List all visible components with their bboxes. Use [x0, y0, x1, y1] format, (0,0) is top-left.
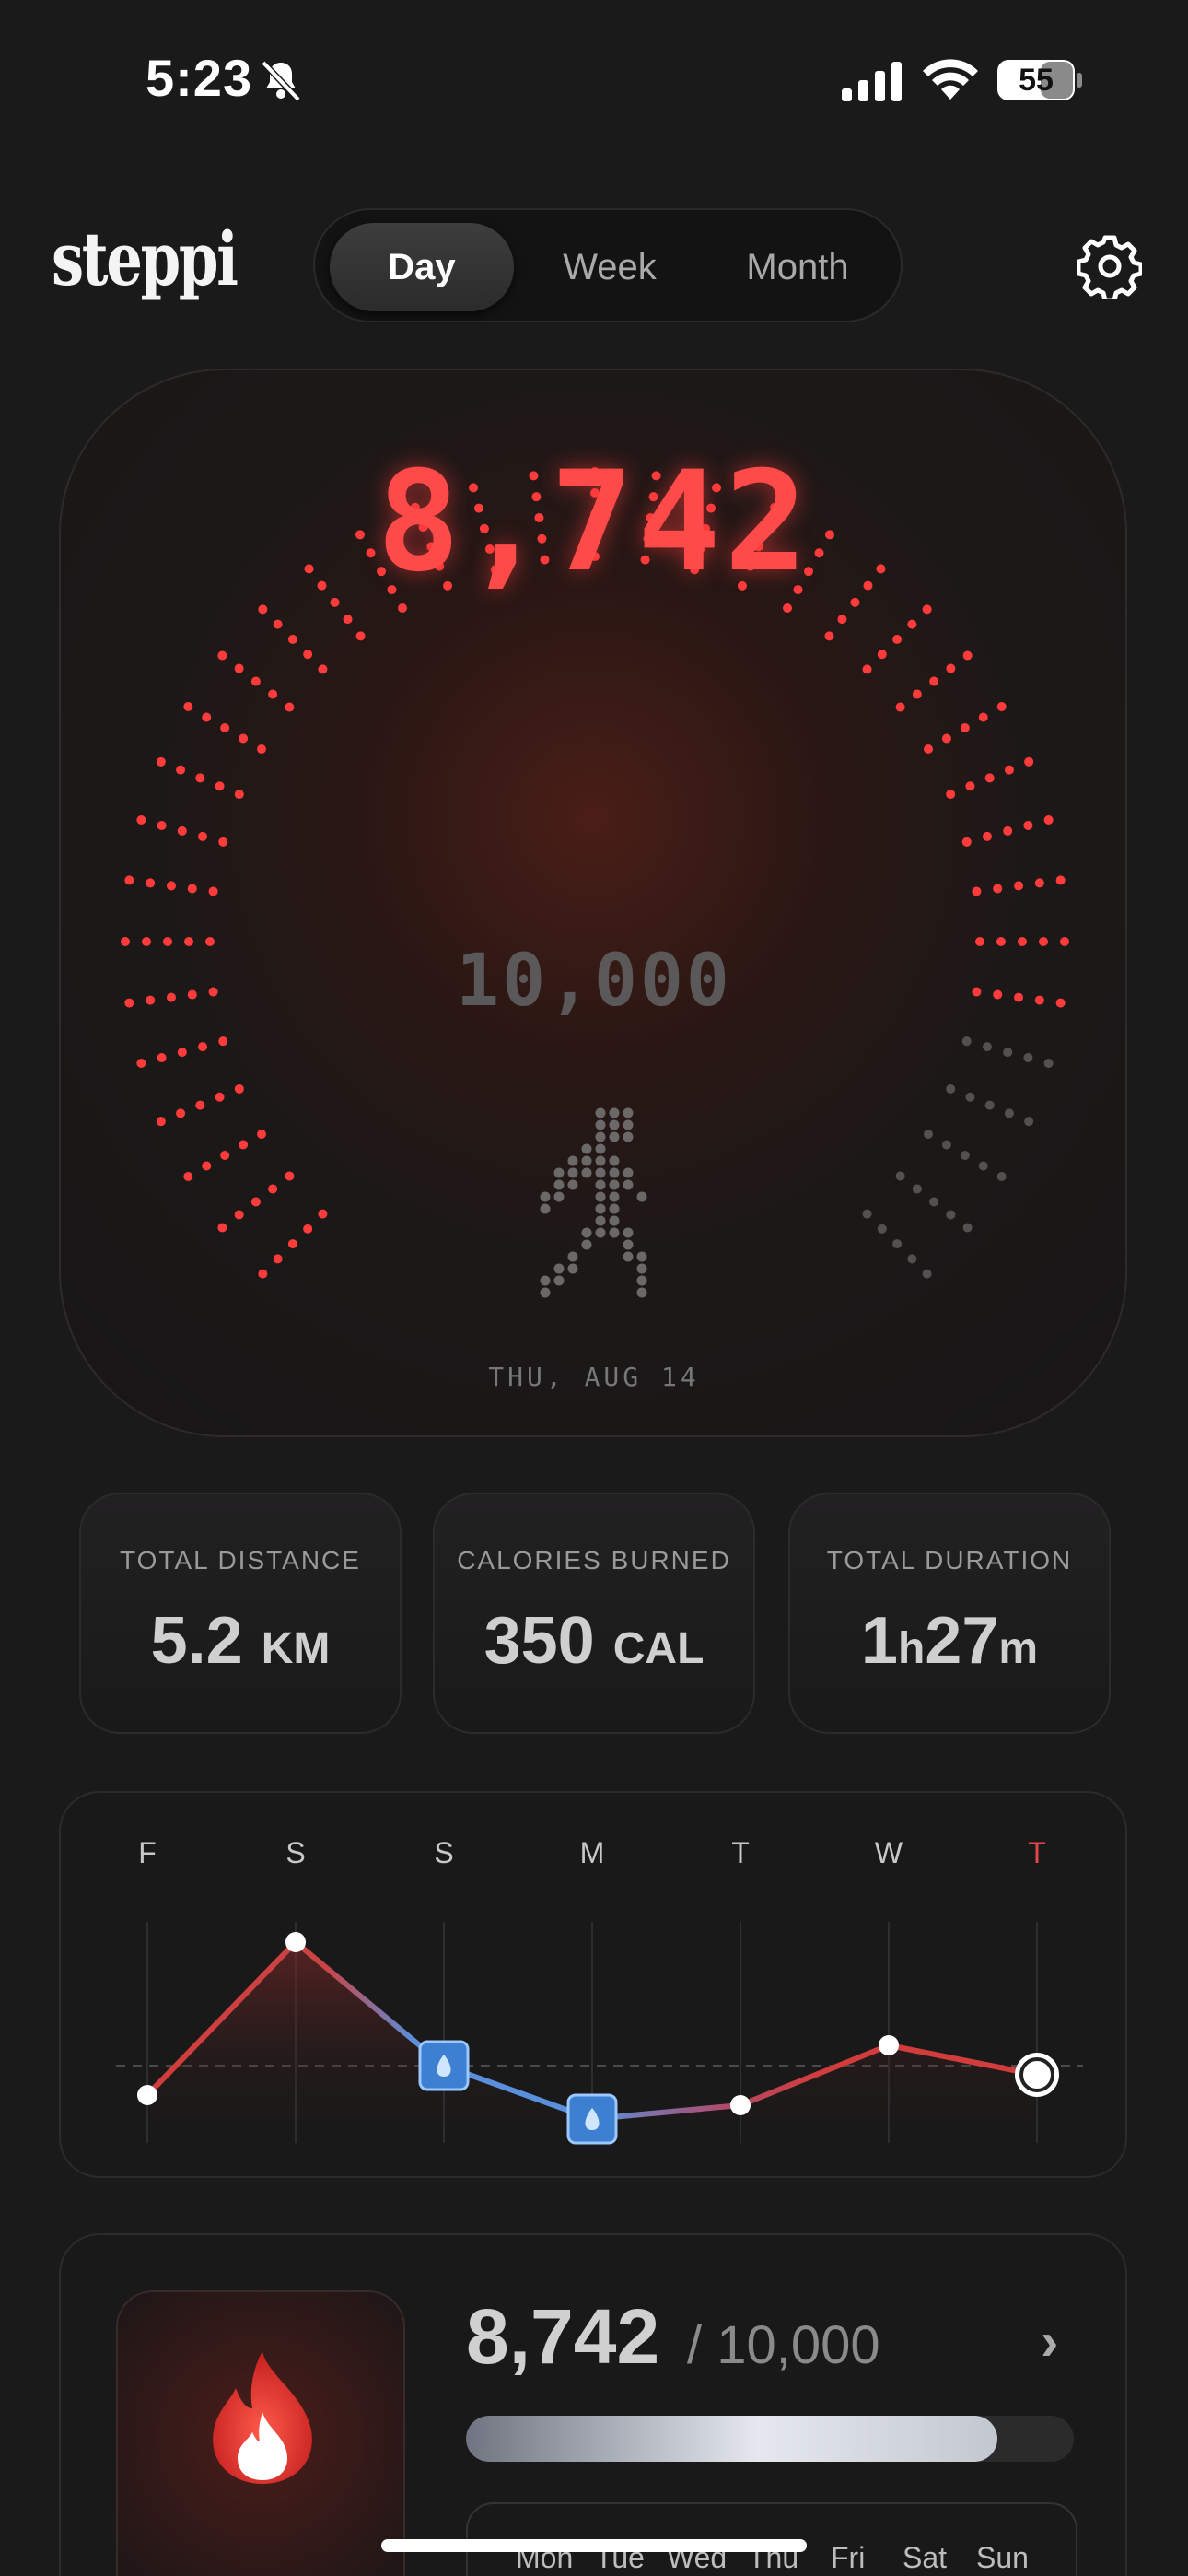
dial-tick [923, 702, 1007, 754]
chart-day-label: S [285, 1836, 305, 1869]
calories-number: 350 [483, 1604, 595, 1678]
settings-gear-icon[interactable] [1077, 234, 1142, 299]
wifi-icon [923, 59, 978, 100]
weekly-trend-chart: FSSMTWT [116, 1836, 1083, 2145]
streak-goal: / 10,000 [687, 2315, 880, 2375]
dial-tick [136, 1036, 228, 1068]
flame-icon [213, 2351, 312, 2484]
ice-cube-icon [566, 2093, 618, 2145]
dial-tick [258, 604, 328, 674]
distance-label: TOTAL DISTANCE [120, 1546, 361, 1575]
chart-day-label: T [1028, 1836, 1046, 1869]
duration-card: TOTAL DURATION 1h27m [788, 1493, 1111, 1734]
step-goal: 10,000 [456, 940, 732, 1023]
tab-week[interactable]: Week [518, 223, 702, 311]
dial-tick [217, 1171, 295, 1233]
app-logo: steppi [52, 216, 239, 302]
period-tabs: Day Week Month [313, 208, 903, 322]
dial-tick [183, 1130, 267, 1181]
weekday-label: Fri [831, 2541, 866, 2574]
weekday-label: Sun [976, 2541, 1029, 2574]
chart-point [730, 2095, 751, 2115]
chart-day-label: W [875, 1836, 903, 1869]
home-indicator[interactable] [381, 2539, 807, 2552]
calories-value: 350 CAL [435, 1603, 753, 1679]
weekday-label: Sat [903, 2541, 948, 2574]
chart-day-label: M [580, 1836, 605, 1869]
chart-day-label: F [138, 1836, 157, 1869]
current-steps: 8,742 [377, 442, 811, 603]
ice-cube-icon [418, 2040, 470, 2091]
dial-tick [923, 1130, 1007, 1181]
weekly-trend-card[interactable]: FSSMTWT [59, 1791, 1127, 2178]
duration-minutes: 27 [925, 1604, 999, 1678]
distance-unit: KM [261, 1624, 331, 1673]
status-time: 5:23 [146, 49, 253, 107]
duration-hours: 1 [860, 1604, 898, 1678]
goal-progress-fill [466, 2416, 997, 2462]
status-bar: 5:23 55 [0, 0, 1188, 157]
battery-level: 55 [1019, 63, 1054, 98]
chevron-right-icon[interactable]: › [1041, 2311, 1058, 2372]
calories-label: CALORIES BURNED [457, 1546, 731, 1575]
dial-tick [258, 1209, 328, 1279]
dial-tick [124, 875, 218, 896]
chart-point [879, 2035, 899, 2055]
bell-slash-icon [261, 60, 301, 102]
cellular-signal-icon [842, 62, 902, 101]
dial-tick [961, 1036, 1054, 1068]
dial-tick [156, 756, 244, 800]
tab-day[interactable]: Day [330, 223, 514, 311]
distance-value: 5.2 KM [81, 1603, 400, 1679]
duration-hours-unit: h [897, 1624, 926, 1673]
chart-point [137, 2085, 157, 2105]
duration-value: 1h27m [790, 1603, 1109, 1679]
dial-tick [217, 650, 295, 712]
walking-person-icon [540, 1107, 647, 1298]
dial-tick [946, 1083, 1034, 1127]
chart-point [285, 1932, 306, 1952]
streak-card[interactable]: 1 days 8,742 / 10,000 › [59, 2233, 1127, 2576]
calories-card: CALORIES BURNED 350 CAL [433, 1493, 755, 1734]
duration-label: TOTAL DURATION [826, 1546, 1073, 1575]
dial-tick [156, 1083, 244, 1127]
dial-tick [895, 650, 973, 712]
dial-tick [895, 1171, 973, 1233]
calories-unit: CAL [612, 1624, 705, 1673]
streak-days: 1 days [118, 2569, 407, 2576]
chart-day-label: T [731, 1836, 750, 1869]
tab-month[interactable]: Month [705, 223, 890, 311]
distance-card: TOTAL DISTANCE 5.2 KM [79, 1493, 402, 1734]
streak-steps: 8,742 [466, 2293, 660, 2380]
dial-tick [183, 702, 267, 754]
distance-number: 5.2 [150, 1604, 243, 1678]
dial-tick [961, 815, 1054, 847]
duration-minutes-unit: m [998, 1624, 1039, 1673]
dial-tick [972, 875, 1066, 896]
dial-tick [946, 756, 1034, 800]
goal-progress-bar [466, 2416, 1074, 2462]
dial-tick [136, 815, 228, 847]
dial-tick [862, 604, 932, 674]
current-date: THU, AUG 14 [488, 1362, 700, 1392]
chart-day-label: S [434, 1836, 453, 1869]
streak-badge: 1 days [116, 2290, 405, 2576]
dial-tick [862, 1209, 932, 1279]
